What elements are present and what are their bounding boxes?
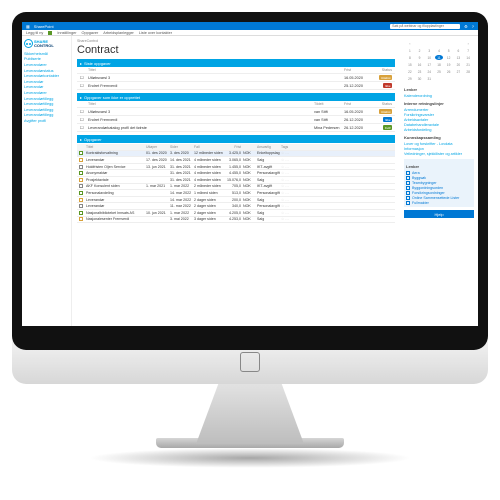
help-icon[interactable]: ?	[472, 24, 474, 29]
doc-icon	[406, 191, 410, 195]
waffle-icon[interactable]: ▦	[26, 24, 30, 29]
suite-bar: ▦ SharePoint Søk på webinar og filopplas…	[22, 22, 478, 30]
main-content: ShareControl Contract ▸ Siste oppgaver T…	[72, 36, 400, 326]
contract-row[interactable]: Personalavdeling14. mar 20221 måned side…	[77, 190, 395, 197]
ribbon-item[interactable]: Oppgaver	[82, 31, 99, 35]
panel-header[interactable]: ▸ Siste oppgaver	[77, 59, 395, 67]
doc-icon	[79, 191, 83, 195]
contract-row[interactable]: Leverandør17. des 202014. des 20214 måne…	[77, 157, 395, 164]
doc-icon	[406, 186, 410, 190]
star-icon[interactable]: ☆ …	[281, 158, 303, 162]
contract-row[interactable]: Nasjonalesenter Fremverdi3. mai 20223 da…	[77, 217, 395, 224]
logo: SHARECONTROL	[24, 39, 69, 48]
right-link[interactable]: Arbeidsfordeling	[404, 127, 474, 132]
doc-icon	[79, 211, 83, 215]
doc-icon	[79, 184, 83, 188]
breadcrumb[interactable]: ShareControl	[77, 39, 395, 43]
logo-icon	[24, 39, 33, 48]
left-nav: SHARECONTROL SikkerhetsmålPubliserteLeve…	[22, 36, 72, 326]
contract-row[interactable]: Prosjektavtale31. des 20214 måneder side…	[77, 177, 395, 184]
star-icon[interactable]: ☆ …	[281, 165, 303, 169]
task-row[interactable]: ☐Utløbsvarsl 3van Stift16.05.2020Utløbst	[77, 108, 395, 116]
settings-icon[interactable]: ⚙	[464, 24, 468, 29]
excel-icon[interactable]	[48, 31, 52, 35]
panel-header[interactable]: ▸ Oppgaver	[77, 135, 395, 143]
ribbon-item[interactable]: Innstillinger	[57, 31, 76, 35]
task-row[interactable]: ☐Utløbsvarsl 316.05.2020Utløbst	[77, 74, 395, 82]
doc-icon	[79, 151, 83, 155]
ribbon-item[interactable]: Arbeidsplanlegger	[103, 31, 134, 35]
doc-icon	[406, 196, 410, 200]
right-link[interactable]: Fullmakter	[406, 200, 472, 205]
search-input[interactable]: Søk på webinar og filopplastinger	[390, 24, 460, 29]
section-header: Interne retningslinjer	[404, 101, 474, 106]
mini-calendar[interactable]: ‹› 1234567 891011121314 15161718192021 2…	[404, 39, 474, 83]
task-row[interactable]: ☐Endret Fremverdivan Stift26.12.2020Ikke	[77, 116, 395, 124]
star-icon[interactable]: ☆ …	[281, 178, 303, 182]
section-header: Kunnskapssamling	[404, 135, 474, 140]
app-name: SharePoint	[34, 24, 54, 29]
ribbon-item[interactable]: Liste over kontakter	[139, 31, 172, 35]
star-icon[interactable]: ☆ …	[281, 171, 303, 175]
contract-row[interactable]: Kontraktsforvaltning01. des 20203. des 2…	[77, 151, 395, 158]
doc-icon	[406, 176, 410, 180]
contract-row[interactable]: Leverandør11. mar 20222 dager siden340,0…	[77, 203, 395, 210]
star-icon[interactable]: ☆ …	[281, 184, 303, 188]
right-link[interactable]: Kalenderordning	[404, 93, 474, 98]
doc-icon	[79, 204, 83, 208]
star-icon[interactable]: ☆ …	[281, 151, 303, 155]
right-link[interactable]: Veiledninger, sjekkllister og artikler	[404, 151, 474, 156]
doc-icon	[79, 158, 83, 162]
doc-icon	[79, 198, 83, 202]
section-header: Lenker	[404, 87, 474, 92]
sidebar-item[interactable]: Avgifter profil	[24, 118, 69, 124]
contract-row[interactable]: AKF Konsulent siden1. mar 20211. mar 202…	[77, 184, 395, 191]
contract-row[interactable]: Nasjonalbiblioteket Innsats AS10. jun 20…	[77, 210, 395, 217]
star-icon[interactable]: ☆ …	[281, 204, 303, 208]
contract-row[interactable]: Holdfristen Oljen Service13. jun 202131.…	[77, 164, 395, 171]
task-row[interactable]: ☐Leverandørkatalog profil det følrsteMin…	[77, 124, 395, 132]
doc-icon	[79, 178, 83, 182]
contract-row[interactable]: Leverandør14. mar 20222 dager siden200,0…	[77, 197, 395, 204]
doc-icon	[79, 171, 83, 175]
screen: ▦ SharePoint Søk på webinar og filopplas…	[22, 22, 478, 326]
star-icon[interactable]: ☆ …	[281, 217, 303, 221]
monitor-frame: ▦ SharePoint Søk på webinar og filopplas…	[12, 12, 488, 350]
doc-icon	[79, 165, 83, 169]
task-row[interactable]: ☐Endret Fremverdi25.12.2020Ikke	[77, 82, 395, 90]
doc-icon	[406, 171, 410, 175]
star-icon[interactable]: ☆ …	[281, 191, 303, 195]
doc-icon	[406, 181, 410, 185]
star-icon[interactable]: ☆ …	[281, 211, 303, 215]
help-button[interactable]: Hjelp	[404, 210, 474, 218]
panel-header[interactable]: ▸ Oppgaver som ikke er opprettet	[77, 93, 395, 101]
doc-icon	[406, 201, 410, 205]
doc-icon	[79, 217, 83, 221]
right-panel: ‹› 1234567 891011121314 15161718192021 2…	[400, 36, 478, 326]
contract-row[interactable]: Anonymaktør31. des 20214 måneder siden4.…	[77, 170, 395, 177]
page-title: Contract	[77, 44, 395, 56]
link-box: LenkerAeraByggsøkTeambygningerByggordnin…	[404, 159, 474, 207]
star-icon[interactable]: ☆ …	[281, 198, 303, 202]
add-prefix: Legg til ny	[26, 31, 43, 35]
